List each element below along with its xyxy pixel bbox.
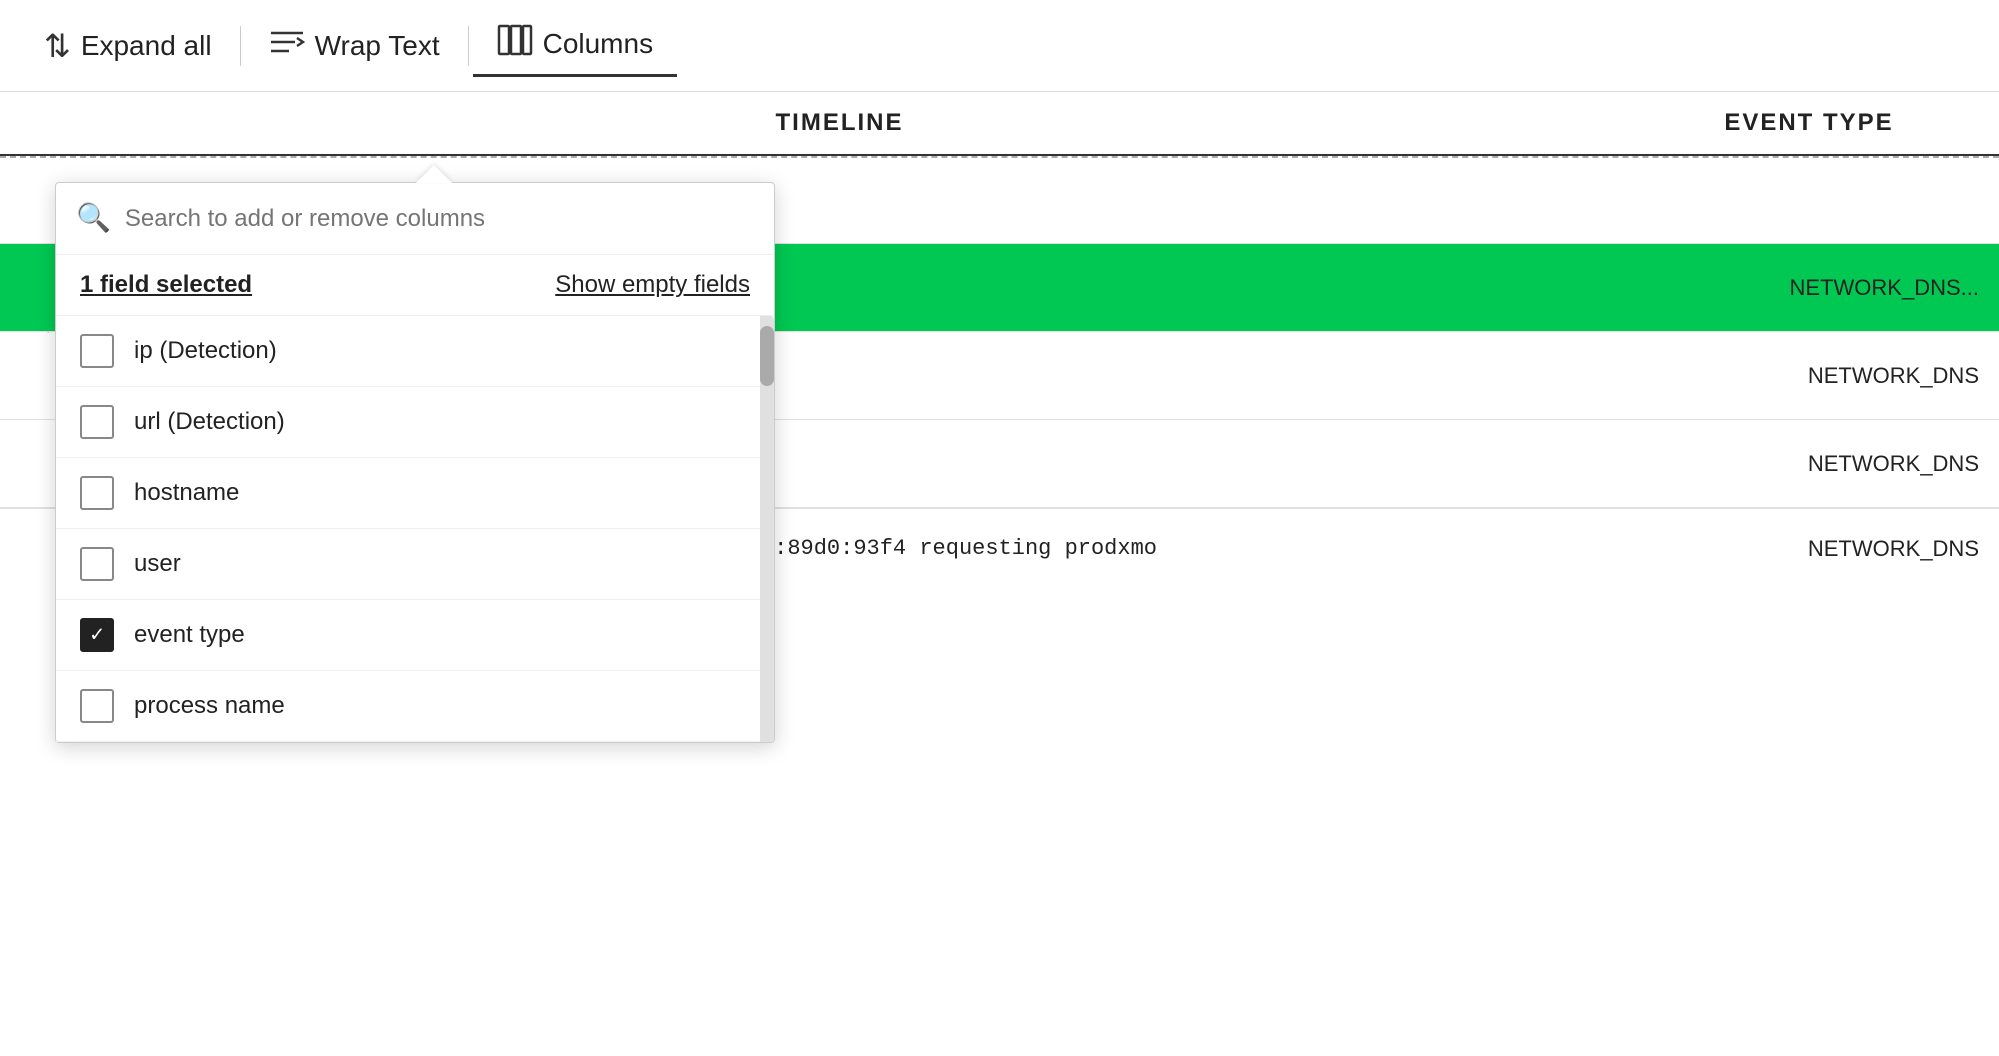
dropdown-arrow	[416, 165, 452, 183]
toolbar: ⇅ Expand all Wrap Text Columns	[0, 0, 1999, 92]
ip-label: ip (Detection)	[134, 337, 277, 365]
search-bar: 🔍	[56, 183, 774, 255]
field-selected-count: 1 field selected	[80, 271, 252, 299]
event-type-label: event type	[134, 621, 245, 649]
wrap-text-button[interactable]: Wrap Text	[245, 17, 464, 74]
user-label: user	[134, 550, 181, 578]
dropdown-list: ip (Detection) url (Detection) hostname …	[56, 316, 760, 742]
bottom-row-event-type: NETWORK_DNS	[1619, 536, 1999, 562]
columns-button[interactable]: Columns	[473, 14, 677, 77]
scrollbar-thumb[interactable]	[760, 326, 774, 386]
hostname-label: hostname	[134, 479, 239, 507]
col-timeline-header: TIMELINE	[60, 109, 1619, 137]
hostname-checkbox[interactable]	[80, 476, 114, 510]
event-type-checkbox[interactable]	[80, 618, 114, 652]
process-name-checkbox[interactable]	[80, 689, 114, 723]
list-item[interactable]: url (Detection)	[56, 387, 760, 458]
list-item[interactable]: ip (Detection)	[56, 316, 760, 387]
list-item[interactable]: process name	[56, 671, 760, 742]
field-status-row: 1 field selected Show empty fields	[56, 255, 774, 316]
dropdown-body: ip (Detection) url (Detection) hostname …	[56, 316, 774, 742]
wrap-text-label: Wrap Text	[315, 30, 440, 62]
columns-dropdown: 🔍 1 field selected Show empty fields ip …	[55, 182, 775, 743]
table-header: TIMELINE EVENT TYPE	[0, 92, 1999, 156]
columns-icon	[497, 24, 533, 64]
url-checkbox[interactable]	[80, 405, 114, 439]
expand-all-button[interactable]: ⇅ Expand all	[20, 17, 236, 75]
dropdown-scrollbar[interactable]	[760, 316, 774, 742]
expand-all-icon: ⇅	[44, 27, 71, 65]
show-empty-fields-link[interactable]: Show empty fields	[555, 271, 750, 299]
list-item[interactable]: hostname	[56, 458, 760, 529]
toolbar-divider-1	[240, 26, 241, 66]
toolbar-divider-2	[468, 26, 469, 66]
search-input[interactable]	[125, 205, 754, 233]
main-content: 🔍 TIMELINE EVENT TYPE xx21920108cc--a1-c…	[0, 92, 1999, 1056]
ip-checkbox[interactable]	[80, 334, 114, 368]
user-checkbox[interactable]	[80, 547, 114, 581]
url-label: url (Detection)	[134, 408, 285, 436]
row-event-type-2: NETWORK_DNS...	[1619, 275, 1999, 301]
columns-label: Columns	[543, 28, 653, 60]
list-item[interactable]: user	[56, 529, 760, 600]
row-event-type-4: NETWORK_DNS	[1619, 451, 1999, 477]
expand-all-label: Expand all	[81, 30, 212, 62]
col-event-type-header: EVENT TYPE	[1619, 109, 1999, 137]
search-icon: 🔍	[76, 201, 111, 236]
row-event-type-3: NETWORK_DNS	[1619, 363, 1999, 389]
list-item[interactable]: event type	[56, 600, 760, 671]
process-name-label: process name	[134, 692, 285, 720]
wrap-text-icon	[269, 27, 305, 64]
